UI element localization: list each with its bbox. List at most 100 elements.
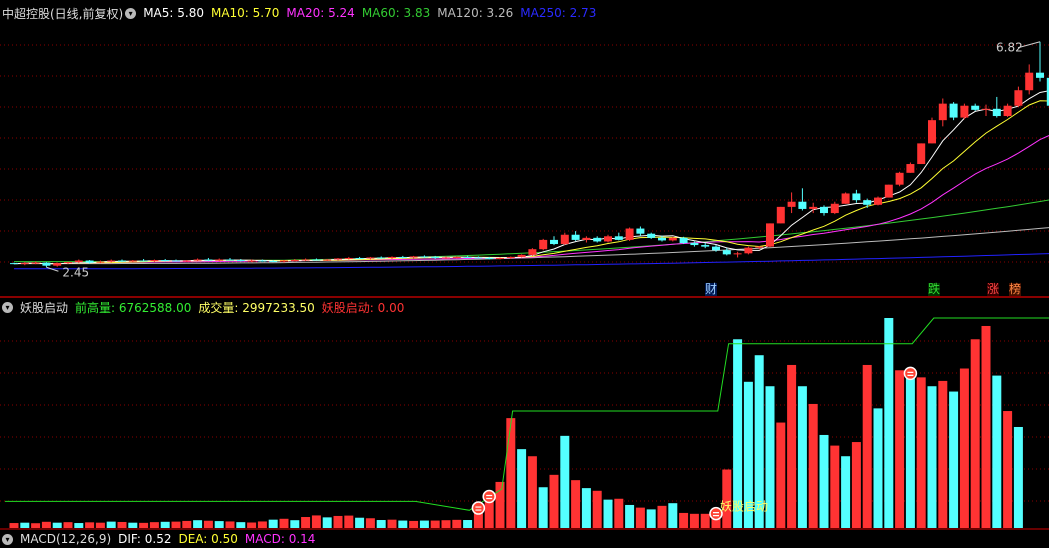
- ma10-line: [13, 100, 1049, 265]
- volume-bar: [830, 445, 840, 528]
- candle-body: [917, 143, 926, 165]
- candle-body: [193, 259, 202, 261]
- volume-bar: [592, 490, 602, 528]
- indicator-title: 妖股启动: [20, 300, 69, 315]
- chevron-down-icon[interactable]: ▾: [2, 301, 13, 313]
- volume-bar: [182, 520, 192, 528]
- volume-bar: [376, 520, 386, 528]
- volume-bar: [85, 522, 95, 528]
- volume-bar: [160, 521, 170, 528]
- candle-body: [118, 260, 126, 262]
- candle-body: [722, 250, 731, 255]
- volume-bar: [895, 370, 905, 528]
- volume-bar: [938, 380, 948, 528]
- candle-body: [517, 254, 526, 257]
- volume-bar: [463, 520, 473, 528]
- volume-bar: [63, 522, 73, 528]
- macd-title: MACD(12,26,9): [20, 532, 112, 546]
- volume-bar: [322, 517, 332, 528]
- candle-body: [798, 201, 807, 209]
- candle-body: [269, 261, 278, 263]
- volume-bar: [873, 408, 883, 528]
- volume-bar: [949, 391, 959, 528]
- volume-bar: [9, 523, 19, 528]
- candle-body: [10, 263, 18, 265]
- volume-bar: [139, 522, 149, 528]
- volume-bar: [646, 509, 656, 528]
- volume-bar: [992, 375, 1002, 528]
- volume-bar: [171, 521, 181, 528]
- candle-body: [506, 256, 515, 258]
- chart-canvas[interactable]: 妖股启动 6.82 2.45: [0, 0, 1049, 539]
- volume-bar: [149, 522, 159, 528]
- volume-bar: [268, 519, 278, 528]
- volume-bar: [959, 368, 969, 528]
- volume-bar: [279, 518, 289, 528]
- candle-body: [679, 237, 688, 243]
- candle-body: [1025, 72, 1034, 91]
- candle-body: [31, 262, 40, 264]
- candle-body: [96, 261, 105, 263]
- candle-body: [85, 260, 94, 263]
- volume-bar: [625, 504, 635, 528]
- volume-bar: [862, 364, 872, 528]
- volume-bar: [290, 520, 300, 528]
- chevron-down-icon[interactable]: ▾: [2, 533, 13, 545]
- event-marker-finance[interactable]: 财: [705, 283, 718, 296]
- candle-body: [355, 257, 364, 259]
- candle-body: [247, 260, 256, 262]
- volume-bar: [679, 512, 689, 528]
- event-marker-rank[interactable]: 榜: [1009, 283, 1022, 296]
- candle-body: [128, 260, 137, 262]
- candle-body: [992, 108, 1001, 117]
- candle-body: [226, 259, 234, 261]
- volume-bar: [927, 386, 937, 528]
- volume-bar: [31, 523, 41, 528]
- volume-bar: [430, 520, 440, 528]
- volume-bar: [95, 522, 105, 528]
- candle-body: [1014, 90, 1023, 106]
- candle-body: [982, 108, 990, 110]
- volume-bar: [635, 507, 645, 528]
- candle-body: [895, 172, 904, 185]
- volume-bar: [700, 513, 710, 528]
- candle-body: [528, 249, 537, 255]
- volume-bar: [571, 480, 581, 528]
- candle-body: [236, 260, 245, 262]
- candle-body: [560, 234, 569, 245]
- volume-bar: [344, 515, 354, 528]
- event-marker-fall[interactable]: 跌: [928, 283, 941, 296]
- volume-bar: [527, 456, 537, 528]
- candle-body: [668, 237, 677, 241]
- candle-body: [884, 184, 893, 198]
- candle-body: [658, 237, 666, 241]
- candle-body: [388, 256, 396, 258]
- volume-bar: [495, 481, 505, 528]
- volume-bar: [538, 487, 548, 528]
- candle-body: [571, 234, 580, 240]
- volume-bar: [549, 474, 559, 528]
- volume-bar: [333, 515, 343, 528]
- candle-body: [312, 259, 321, 261]
- volume-bar: [787, 364, 797, 528]
- candle-body: [204, 259, 213, 261]
- candle-body: [420, 256, 429, 258]
- candle-body: [107, 260, 116, 262]
- volume-bar: [387, 519, 397, 528]
- volume-bar: [905, 377, 915, 528]
- volume-bar: [74, 523, 84, 528]
- ma5-line: [13, 90, 1049, 265]
- candle-body: [20, 263, 29, 265]
- candle-body: [301, 259, 310, 261]
- volume-bar: [517, 449, 527, 528]
- volume-bar: [808, 403, 818, 528]
- volume-bar: [797, 386, 807, 528]
- macd-dea: DEA: 0.50: [178, 532, 238, 546]
- volume-bar: [419, 520, 429, 528]
- event-marker-rise[interactable]: 涨: [987, 283, 1000, 296]
- candle-body: [1036, 72, 1044, 78]
- volume-bar: [409, 520, 419, 528]
- volume-bar: [398, 520, 408, 528]
- candle-body: [863, 200, 872, 205]
- candle-body: [604, 236, 612, 242]
